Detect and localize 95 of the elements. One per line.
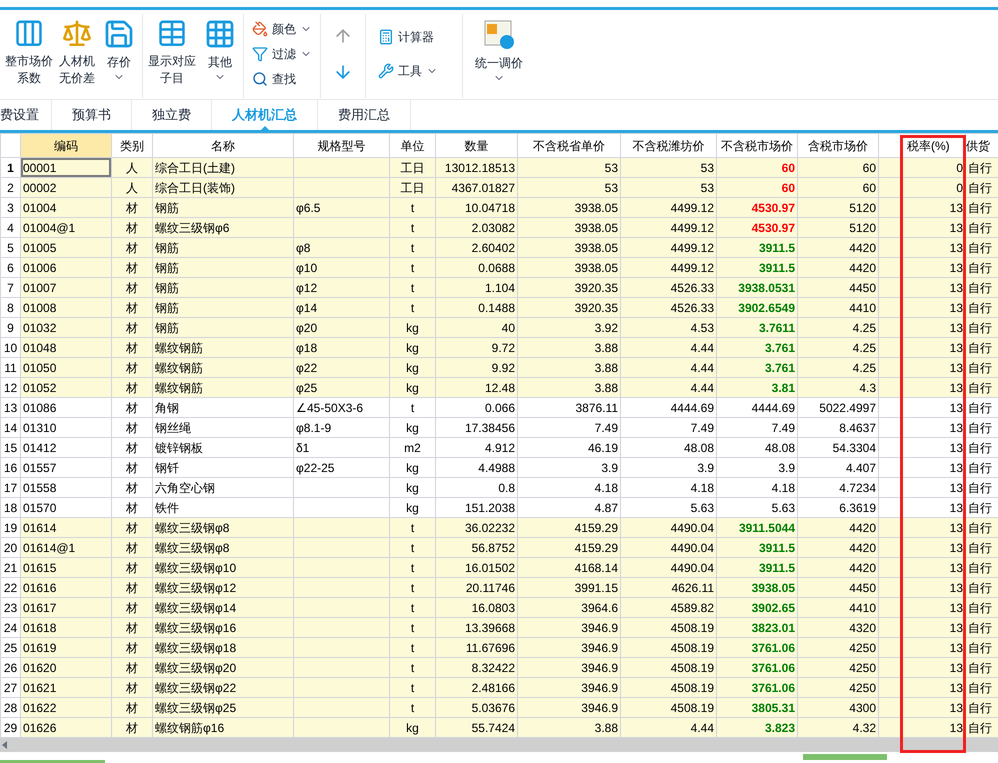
- table-row[interactable]: 16 01557 材 钢钎 φ22-25 kg 4.4988 3.9 3.9 3.9 4.407 13 自行: [0, 458, 998, 478]
- ribbon-button[interactable]: 其他: [201, 14, 239, 98]
- filter-icon: [252, 46, 268, 62]
- row-number: 3: [0, 198, 20, 218]
- table-row[interactable]: 21 01615 材 螺纹三级钢φ10 t 16.01502 4168.14 4490.04 3911.5 4420 13 自行: [0, 558, 998, 578]
- price-adjust-icon: [483, 18, 515, 50]
- table-cell: 00001: [20, 158, 112, 178]
- row-number: 13: [0, 398, 20, 418]
- ribbon-button[interactable]: 人材机无价差: [58, 14, 96, 98]
- table-row[interactable]: 23 01617 材 螺纹三级钢φ14 t 16.0803 3964.6 4589.82 3902.65 4410 13 自行: [0, 598, 998, 618]
- table-row[interactable]: 6 01006 材 钢筋 φ10 t 0.0688 3938.05 4499.12 3911.5 4420 13 自行: [0, 258, 998, 278]
- ribbon-button[interactable]: 存价: [100, 14, 138, 98]
- row-number: 18: [0, 498, 20, 518]
- row-number: 21: [0, 558, 20, 578]
- table-row[interactable]: 12 01052 材 螺纹钢筋 φ25 kg 12.48 3.88 4.44 3.81 4.3 13 自行: [0, 378, 998, 398]
- row-number: 20: [0, 538, 20, 558]
- tool-button[interactable]: 计算器: [378, 26, 450, 48]
- row-number: 15: [0, 438, 20, 458]
- scroll-left-icon[interactable]: [2, 741, 7, 749]
- row-number: 25: [0, 638, 20, 658]
- row-number: 26: [0, 658, 20, 678]
- column-header[interactable]: 不含税潍坊价: [620, 134, 716, 158]
- grid-icon: [204, 18, 236, 50]
- column-header[interactable]: 类别: [112, 134, 152, 158]
- row-number: 16: [0, 458, 20, 478]
- wrench-icon: [378, 63, 394, 79]
- view-tab[interactable]: 费设置: [0, 100, 52, 130]
- row-number: 12: [0, 378, 20, 398]
- row-number: 7: [0, 278, 20, 298]
- row-number: 10: [0, 338, 20, 358]
- table-row[interactable]: 28 01622 材 螺纹三级钢φ25 t 5.03676 3946.9 4508.19 3805.31 4300 13 自行: [0, 698, 998, 718]
- table-row[interactable]: 4 01004@1 材 螺纹三级钢φ6 t 2.03082 3938.05 4499.12 4530.97 5120 13 自行: [0, 218, 998, 238]
- row-number: 11: [0, 358, 20, 378]
- column-header[interactable]: 含税市场价: [798, 134, 878, 158]
- column-header[interactable]: 名称: [152, 134, 294, 158]
- column-header[interactable]: 不含税省单价: [518, 134, 620, 158]
- tool-button[interactable]: 颜色: [252, 18, 312, 40]
- table-row[interactable]: 10 01048 材 螺纹钢筋 φ18 kg 9.72 3.88 4.44 3.761 4.25 13 自行: [0, 338, 998, 358]
- view-tab[interactable]: 预算书: [52, 100, 132, 130]
- calculator-icon: [378, 29, 394, 45]
- table-row[interactable]: 11 01050 材 螺纹钢筋 φ22 kg 9.92 3.88 4.44 3.761 4.25 13 自行: [0, 358, 998, 378]
- tool-button[interactable]: 过滤: [252, 43, 312, 65]
- row-number: 1: [0, 158, 20, 178]
- view-tab[interactable]: 费用汇总: [318, 100, 411, 130]
- row-number: 23: [0, 598, 20, 618]
- table-row[interactable]: 18 01570 材 铁件 kg 151.2038 4.87 5.63 5.63 6.3619 13 自行: [0, 498, 998, 518]
- table-row[interactable]: 22 01616 材 螺纹三级钢φ12 t 20.11746 3991.15 4626.11 3938.05 4450 13 自行: [0, 578, 998, 598]
- view-tab[interactable]: 独立费: [132, 100, 212, 130]
- table-row[interactable]: 24 01618 材 螺纹三级钢φ16 t 13.39668 3946.9 4508.19 3823.01 4320 13 自行: [0, 618, 998, 638]
- ribbon-button[interactable]: 显示对应子目: [147, 14, 197, 98]
- row-number: 9: [0, 318, 20, 338]
- scale-icon: [61, 18, 93, 49]
- row-number: 5: [0, 238, 20, 258]
- tool-button[interactable]: 工具: [378, 60, 450, 82]
- row-number: 22: [0, 578, 20, 598]
- table-row[interactable]: 29 01626 材 螺纹钢筋φ16 kg 55.7424 3.88 4.44 3.823 4.32 13 自行: [0, 718, 998, 738]
- table-row[interactable]: 15 01412 材 镀锌钢板 δ1 m2 4.912 46.19 48.08 48.08 54.3304 13 自行: [0, 438, 998, 458]
- table-row[interactable]: 26 01620 材 螺纹三级钢φ20 t 8.32422 3946.9 4508.19 3761.06 4250 13 自行: [0, 658, 998, 678]
- table-row[interactable]: 8 01008 材 钢筋 φ14 t 0.1488 3920.35 4526.33 3902.6549 4410 13 自行: [0, 298, 998, 318]
- ribbon-button[interactable]: 整市场价系数: [4, 14, 54, 98]
- row-number: 14: [0, 418, 20, 438]
- table-row[interactable]: 19 01614 材 螺纹三级钢φ8 t 36.02232 4159.29 4490.04 3911.5044 4420 13 自行: [0, 518, 998, 538]
- table-row[interactable]: 5 01005 材 钢筋 φ8 t 2.60402 3938.05 4499.12 3911.5 4420 13 自行: [0, 238, 998, 258]
- row-number: 27: [0, 678, 20, 698]
- table-row[interactable]: 27 01621 材 螺纹三级钢φ22 t 2.48166 3946.9 4508.19 3761.06 4250 13 自行: [0, 678, 998, 698]
- table-row[interactable]: 2 00002 人 综合工日(装饰) 工日 4367.01827 53 53 60 60 0 自行: [0, 178, 998, 198]
- row-number: 4: [0, 218, 20, 238]
- table-row[interactable]: 7 01007 材 钢筋 φ12 t 1.104 3920.35 4526.33 3938.0531 4450 13 自行: [0, 278, 998, 298]
- table-row[interactable]: 13 01086 材 角钢 ∠45-50X3-6 t 0.066 3876.11 4444.69 4444.69 5022.4997 13 自行: [0, 398, 998, 418]
- row-number: 2: [0, 178, 20, 198]
- table-row[interactable]: 14 01310 材 钢丝绳 φ8.1-9 kg 17.38456 7.49 7.49 7.49 8.4637 13 自行: [0, 418, 998, 438]
- row-number: 19: [0, 518, 20, 538]
- row-number: 29: [0, 718, 20, 738]
- table-row[interactable]: 20 01614@1 材 螺纹三级钢φ8 t 56.8752 4159.29 4490.04 3911.5 4420 13 自行: [0, 538, 998, 558]
- collapse-handle[interactable]: [803, 754, 887, 760]
- paint-bucket-icon: [252, 21, 268, 37]
- ribbon-button[interactable]: 统一调价: [463, 14, 535, 98]
- table-row[interactable]: 25 01619 材 螺纹三级钢φ18 t 11.67696 3946.9 4508.19 3761.06 4250 13 自行: [0, 638, 998, 658]
- row-number: 8: [0, 298, 20, 318]
- row-number: 28: [0, 698, 20, 718]
- row-number: 17: [0, 478, 20, 498]
- table-row[interactable]: 17 01558 材 六角空心钢 kg 0.8 4.18 4.18 4.18 4.7234 13 自行: [0, 478, 998, 498]
- table-row[interactable]: 3 01004 材 钢筋 φ6.5 t 10.04718 3938.05 4499.12 4530.97 5120 13 自行: [0, 198, 998, 218]
- row-number: 24: [0, 618, 20, 638]
- table-row[interactable]: 1 00001 人 综合工日(土建) 工日 13012.18513 53 53 60 60 0 自行: [0, 158, 998, 178]
- tool-button[interactable]: 查找: [252, 68, 312, 90]
- column-header[interactable]: 单位: [390, 134, 436, 158]
- row-number: 6: [0, 258, 20, 278]
- column-header[interactable]: 数量: [436, 134, 518, 158]
- table-row[interactable]: 9 01032 材 钢筋 φ20 kg 40 3.92 4.53 3.7611 4.25 13 自行: [0, 318, 998, 338]
- column-header[interactable]: 不含税市场价: [716, 134, 798, 158]
- horizontal-scrollbar[interactable]: [0, 738, 998, 752]
- column-header[interactable]: 规格型号: [294, 134, 390, 158]
- column-header[interactable]: 编码: [20, 134, 112, 158]
- search-icon: [252, 71, 268, 87]
